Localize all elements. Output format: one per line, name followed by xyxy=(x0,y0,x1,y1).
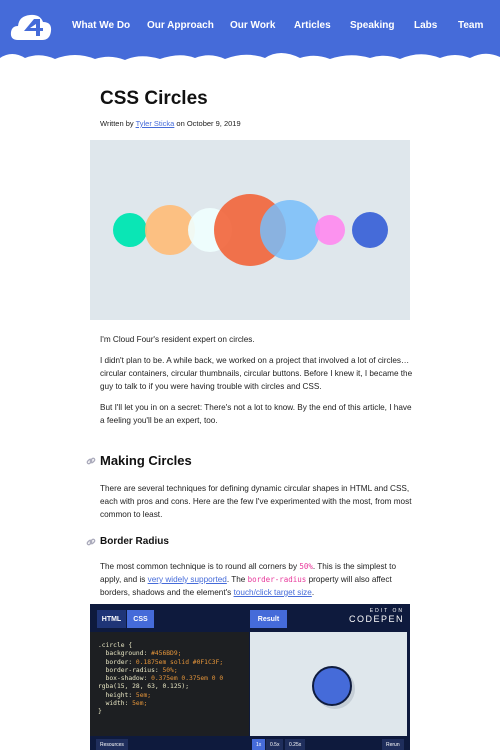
zoom-0.25x-button[interactable]: 0.25x xyxy=(285,739,306,750)
zoom-1x-button[interactable]: 1x xyxy=(252,739,266,750)
code-line: border-radius: 50%; xyxy=(98,666,178,674)
text: . xyxy=(311,588,315,597)
css-code-panel[interactable]: .circle { background: #456BD9; border: 0… xyxy=(90,632,249,736)
hero-circle xyxy=(145,205,195,255)
rerun-button[interactable]: Rerun xyxy=(382,739,404,750)
codepen-logo: CODEPEN xyxy=(348,614,404,624)
code-line: border: 0.1875em solid #0F1C3F; xyxy=(98,658,224,666)
support-link[interactable]: very widely supported xyxy=(148,575,227,584)
code-line: .circle { xyxy=(98,642,133,649)
hero-circle xyxy=(260,200,320,260)
cloud-divider xyxy=(0,53,500,72)
anchor-link-icon[interactable] xyxy=(86,537,96,547)
circles-illustration xyxy=(113,194,388,266)
subsection-heading: Border Radius xyxy=(100,536,169,547)
tab-result[interactable]: Result xyxy=(250,610,287,628)
hero-circle xyxy=(352,212,388,248)
codepen-embed: HTML CSS Result EDIT ON CODEPEN .circle … xyxy=(90,604,410,750)
zoom-0.5x-button[interactable]: 0.5x xyxy=(266,739,284,750)
cloud-four-logo[interactable] xyxy=(10,12,52,42)
tab-css[interactable]: CSS xyxy=(127,610,154,628)
nav-what-we-do[interactable]: What We Do xyxy=(72,20,130,31)
code-line: rgba(15, 28, 63, 0.125); xyxy=(98,683,189,691)
inline-code: border-radius xyxy=(247,575,307,584)
nav-labs[interactable]: Labs xyxy=(414,20,437,31)
byline: Written by Tyler Sticka on October 9, 20… xyxy=(100,119,241,128)
result-circle xyxy=(312,666,352,706)
byline-prefix: Written by xyxy=(100,119,136,128)
nav-team[interactable]: Team xyxy=(458,20,483,31)
result-panel xyxy=(250,632,407,736)
hero-circle xyxy=(113,213,147,247)
byline-date: on October 9, 2019 xyxy=(174,119,241,128)
tab-html[interactable]: HTML xyxy=(97,610,126,628)
code-line: background: #456BD9; xyxy=(98,650,182,658)
text: . The xyxy=(226,575,248,584)
edit-on-codepen-link[interactable]: EDIT ON CODEPEN xyxy=(349,608,404,624)
code-line: width: 5em; xyxy=(98,700,148,708)
resources-button[interactable]: Resources xyxy=(96,739,128,750)
section-heading: Making Circles xyxy=(100,453,192,468)
nav-articles[interactable]: Articles xyxy=(294,20,331,31)
inline-code: 50% xyxy=(299,562,313,571)
paragraph: But I'll let you in on a secret: There's… xyxy=(100,403,412,425)
hero-image xyxy=(90,140,410,320)
nav-our-work[interactable]: Our Work xyxy=(230,20,275,31)
author-link[interactable]: Tyler Sticka xyxy=(136,119,175,128)
paragraph: I'm Cloud Four's resident expert on circ… xyxy=(100,335,255,344)
anchor-link-icon[interactable] xyxy=(86,456,96,466)
page-title: CSS Circles xyxy=(100,88,208,109)
text: The most common technique is to round al… xyxy=(100,562,300,571)
code-line: box-shadow: 0.375em 0.375em 0 0 xyxy=(98,675,224,683)
target-size-link[interactable]: touch/click target size xyxy=(234,588,312,597)
hero-circle xyxy=(315,215,345,245)
code-line: } xyxy=(98,708,102,716)
paragraph: The most common technique is to round al… xyxy=(100,560,415,599)
nav-speaking[interactable]: Speaking xyxy=(350,20,394,31)
code-line: height: 5em; xyxy=(98,691,152,699)
nav-our-approach[interactable]: Our Approach xyxy=(147,20,214,31)
paragraph: There are several techniques for definin… xyxy=(100,484,412,519)
paragraph: I didn't plan to be. A while back, we wo… xyxy=(100,356,413,391)
